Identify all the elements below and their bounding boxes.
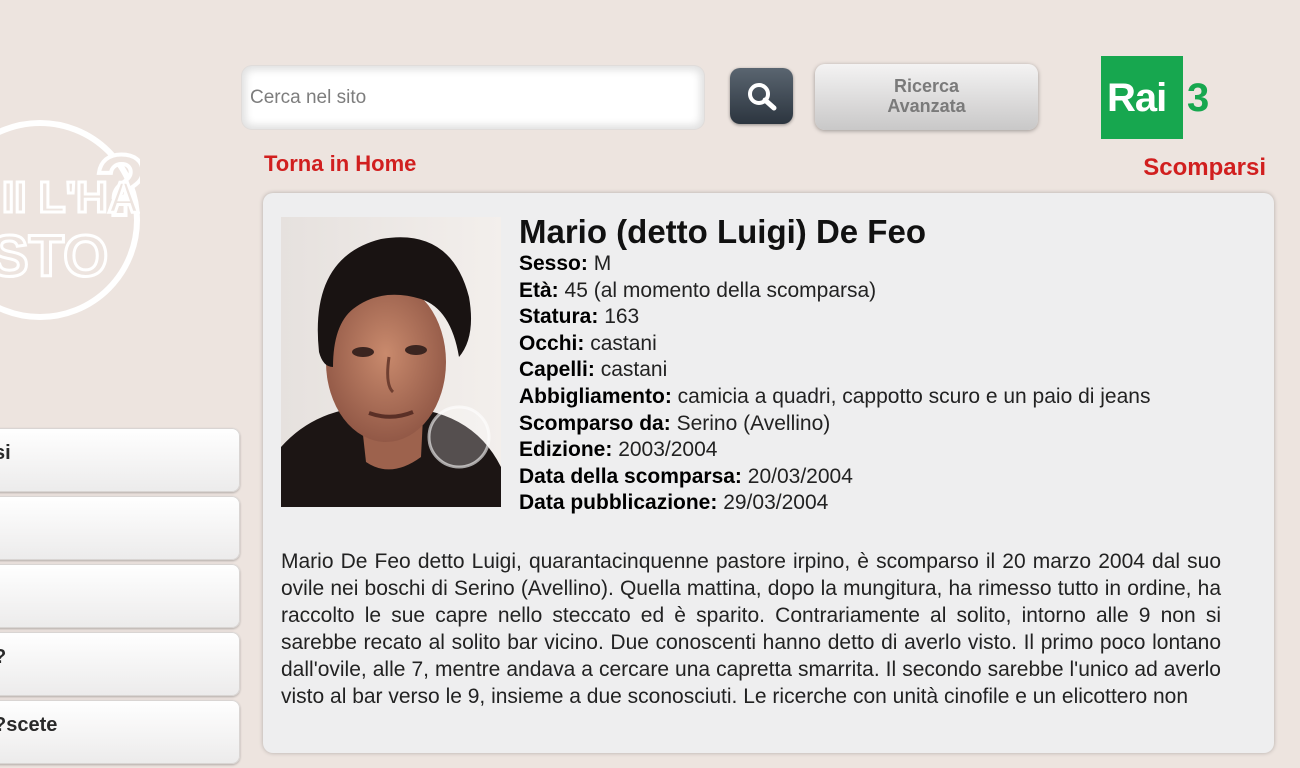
detail-value: 29/03/2004 — [723, 491, 829, 515]
detail-publication-date: Data pubblicazione: 29/03/2004 — [519, 490, 1221, 517]
person-description: Mario De Feo detto Luigi, quarantacinque… — [281, 550, 1221, 708]
detail-hair: Capelli: castani — [519, 357, 1221, 384]
logo-text-line1: II L'HA — [2, 173, 140, 222]
search-button[interactable] — [730, 68, 793, 124]
sidebar-item-3[interactable] — [0, 564, 240, 628]
detail-missing-date: Data della scomparsa: 20/03/2004 — [519, 464, 1221, 491]
advanced-search-label-line2: Avanzata — [887, 96, 966, 116]
person-card: Mario (detto Luigi) De Feo Sesso: M Età:… — [263, 193, 1274, 753]
section-title: Scomparsi — [1143, 154, 1266, 181]
detail-label: Data pubblicazione: — [519, 491, 718, 515]
detail-value: 163 — [604, 305, 640, 329]
rai-channel-number: 3 — [1187, 76, 1210, 120]
detail-value: 45 (al momento della scomparsa) — [564, 278, 877, 302]
detail-value: camicia a quadri, cappotto scuro e un pa… — [677, 384, 1151, 408]
sidebar-item-4[interactable]: ? — [0, 632, 240, 696]
person-photo — [281, 217, 501, 507]
detail-label: Statura: — [519, 305, 599, 329]
sidebar-menu: si ? scete? — [0, 428, 240, 768]
sidebar-item-label: si — [0, 442, 11, 464]
sidebar-item-1[interactable]: si — [0, 428, 240, 492]
detail-label: Occhi: — [519, 331, 585, 355]
home-link[interactable]: Torna in Home — [264, 151, 416, 177]
detail-label: Scomparso da: — [519, 411, 671, 435]
detail-value: 20/03/2004 — [747, 464, 853, 488]
detail-label: Capelli: — [519, 358, 595, 382]
detail-label: Edizione: — [519, 438, 613, 462]
logo-text-line2: STO — [0, 224, 108, 289]
sidebar-item-label: ? — [0, 646, 14, 669]
detail-value: 2003/2004 — [618, 438, 718, 462]
person-details: Sesso: M Età: 45 (al momento della scomp… — [519, 251, 1221, 517]
detail-value: castani — [600, 358, 668, 382]
advanced-search-label-line1: Ricerca — [893, 76, 960, 96]
detail-clothing: Abbigliamento: camicia a quadri, cappott… — [519, 384, 1221, 411]
sidebar-item-5[interactable]: scete? — [0, 700, 240, 764]
sidebar-item-label: scete? — [0, 714, 58, 736]
detail-edition: Edizione: 2003/2004 — [519, 437, 1221, 464]
detail-value: Serino (Avellino) — [676, 411, 831, 435]
search-box — [242, 66, 704, 129]
rai-logo-box: Rai — [1101, 56, 1183, 139]
detail-missing-from: Scomparso da: Serino (Avellino) — [519, 411, 1221, 438]
detail-age: Età: 45 (al momento della scomparsa) — [519, 278, 1221, 305]
detail-sex: Sesso: M — [519, 251, 1221, 278]
portrait-image — [281, 217, 501, 507]
site-logo-graphic: ? II L'HA STO — [0, 120, 150, 320]
detail-label: Età: — [519, 278, 559, 302]
site-logo[interactable]: ? II L'HA STO — [0, 100, 150, 340]
search-input[interactable] — [248, 82, 692, 114]
rai3-logo[interactable]: Rai 3 — [1101, 56, 1217, 139]
rai-logo-text: Rai — [1107, 76, 1167, 120]
advanced-search-button[interactable]: Ricerca Avanzata — [815, 64, 1038, 130]
sidebar-item-2[interactable] — [0, 496, 240, 560]
detail-height: Statura: 163 — [519, 304, 1221, 331]
magnifier-icon — [748, 83, 777, 111]
detail-value: castani — [590, 331, 657, 355]
detail-label: Sesso: — [519, 252, 588, 275]
detail-label: Data della scomparsa: — [519, 464, 742, 488]
detail-value: M — [593, 252, 612, 275]
person-name: Mario (detto Luigi) De Feo — [519, 213, 926, 250]
detail-eyes: Occhi: castani — [519, 331, 1221, 358]
detail-label: Abbigliamento: — [519, 384, 672, 408]
